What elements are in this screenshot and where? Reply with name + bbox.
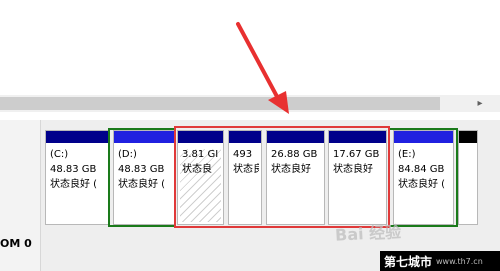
site-badge-name: 第七城市	[384, 254, 433, 269]
green-highlight-e	[388, 128, 458, 227]
scrollbar-thumb[interactable]	[0, 97, 440, 110]
baidu-watermark: Bai 经验	[334, 222, 402, 245]
red-highlight-partitions	[174, 126, 390, 228]
green-highlight-d	[108, 128, 176, 227]
horizontal-scrollbar[interactable]: ▸	[0, 95, 500, 112]
disk-label: OM 0	[0, 237, 32, 250]
disk-map-pane: OM 0 (C:) 48.83 GB 状态良好 ( (D:) 48.83 GB …	[0, 120, 500, 271]
partition-c[interactable]: (C:) 48.83 GB 状态良好 (	[45, 130, 109, 225]
partition-bar	[459, 131, 477, 143]
partition-size: 48.83 GB	[50, 164, 97, 175]
scroll-right-arrow-icon[interactable]: ▸	[460, 95, 500, 112]
partition-name: (C:)	[50, 149, 69, 160]
disk-label-column: OM 0	[0, 120, 41, 271]
partition-bar	[46, 131, 108, 143]
partition-extra[interactable]	[458, 130, 478, 225]
partition-status: 状态良好 (	[50, 179, 98, 190]
site-badge-url: www.th7.cn	[436, 256, 483, 266]
site-badge: 第七城市 www.th7.cn	[380, 251, 500, 271]
